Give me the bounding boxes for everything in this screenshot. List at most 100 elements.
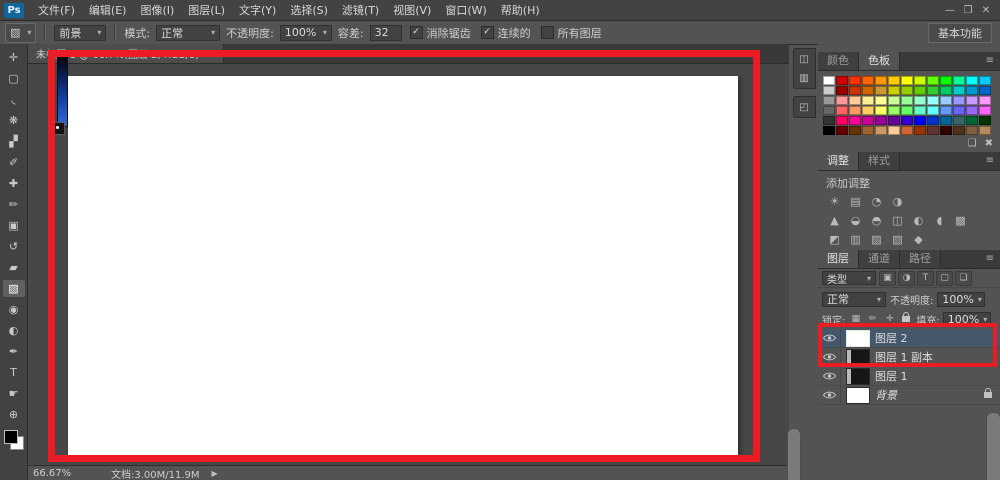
layer-row[interactable]: 图层 1 (818, 367, 1000, 386)
menu-帮助(H)[interactable]: 帮助(H) (494, 1, 547, 20)
menu-编辑(E)[interactable]: 编辑(E) (82, 1, 134, 20)
menu-滤镜(T)[interactable]: 滤镜(T) (335, 1, 386, 20)
color-swatch[interactable] (901, 126, 913, 135)
color-swatch[interactable] (849, 86, 861, 95)
layer-filter-select[interactable]: 类型 ▾ (822, 271, 876, 285)
tab-调整[interactable]: 调整 (818, 152, 859, 170)
collapsed-panel-icon-1[interactable]: ◫ (797, 52, 812, 66)
tolerance-input[interactable]: 32 (370, 25, 402, 41)
color-swatch[interactable] (888, 86, 900, 95)
brush-tool[interactable]: ✏ (3, 196, 25, 213)
levels-icon[interactable]: ▤ (847, 194, 864, 209)
menu-图像(I)[interactable]: 图像(I) (133, 1, 181, 20)
color-swatch[interactable] (953, 126, 965, 135)
color-swatch[interactable] (823, 116, 835, 125)
new-swatch-icon[interactable]: ❏ (968, 138, 977, 149)
menu-窗口(W)[interactable]: 窗口(W) (438, 1, 493, 20)
tab-路径[interactable]: 路径 (900, 250, 941, 268)
color-swatch[interactable] (901, 86, 913, 95)
color-swatch[interactable] (966, 116, 978, 125)
history-brush-tool[interactable]: ↺ (3, 238, 25, 255)
zoom-tool[interactable]: ⊕ (3, 406, 25, 423)
dodge-tool[interactable]: ◐ (3, 322, 25, 339)
color-swatch[interactable] (836, 126, 848, 135)
color-swatch[interactable] (953, 106, 965, 115)
curves-icon[interactable]: ◔ (868, 194, 885, 209)
color-swatch[interactable] (927, 76, 939, 85)
color-swatch[interactable] (979, 106, 991, 115)
color-swatch[interactable] (966, 126, 978, 135)
color-swatch[interactable] (979, 76, 991, 85)
color-swatch[interactable] (823, 126, 835, 135)
crop-tool[interactable]: ▞ (3, 133, 25, 150)
color-swatch[interactable] (823, 96, 835, 105)
color-swatch[interactable] (875, 76, 887, 85)
pen-tool[interactable]: ✒ (3, 343, 25, 360)
pixel-layer-filter-icon[interactable]: ▣ (879, 271, 896, 286)
color-swatch[interactable] (862, 96, 874, 105)
restore-button[interactable]: ❐ (959, 1, 977, 20)
color-swatch[interactable] (953, 86, 965, 95)
color-swatch[interactable] (862, 106, 874, 115)
color-swatch[interactable] (862, 86, 874, 95)
channel-mixer-icon[interactable]: ◖ (931, 213, 948, 228)
visibility-toggle[interactable] (818, 386, 841, 404)
color-swatch[interactable] (849, 106, 861, 115)
color-swatch[interactable] (979, 86, 991, 95)
visibility-toggle[interactable] (818, 367, 841, 385)
posterize-icon[interactable]: ▥ (847, 232, 864, 247)
rectangular-marquee-tool[interactable]: ▢ (3, 70, 25, 87)
hand-tool[interactable]: ☛ (3, 385, 25, 402)
panel-menu-icon[interactable]: ≡ (980, 52, 1000, 70)
checkbox-消除锯齿[interactable]: ✓消除锯齿 (410, 25, 471, 41)
color-swatch[interactable] (888, 116, 900, 125)
foreground-color-swatch[interactable] (4, 430, 18, 444)
color-swatch[interactable] (914, 86, 926, 95)
color-swatch[interactable] (875, 106, 887, 115)
panel-menu-icon[interactable]: ≡ (980, 152, 1000, 170)
color-swatch[interactable] (940, 126, 952, 135)
panel-scrollbar-thumb[interactable] (986, 412, 1000, 480)
mode-select[interactable]: 正常 ▾ (156, 25, 220, 41)
fill-source-select[interactable]: 前景 ▾ (54, 25, 106, 41)
color-swatch[interactable] (914, 106, 926, 115)
color-swatch[interactable] (823, 76, 835, 85)
color-swatch[interactable] (888, 96, 900, 105)
blur-tool[interactable]: ◉ (3, 301, 25, 318)
color-swatch[interactable] (875, 86, 887, 95)
color-swatch[interactable] (823, 86, 835, 95)
status-expand-icon[interactable]: ▶ (212, 469, 218, 478)
color-swatch[interactable] (940, 116, 952, 125)
color-swatch[interactable] (914, 126, 926, 135)
exposure-icon[interactable]: ◑ (889, 194, 906, 209)
workspace-switcher-button[interactable]: 基本功能 (928, 23, 992, 43)
layer-opacity-select[interactable]: 100% ▾ (937, 292, 985, 307)
panel-menu-icon[interactable]: ≡ (980, 250, 1000, 268)
color-swatch[interactable] (940, 106, 952, 115)
shape-layer-filter-icon[interactable]: ▢ (936, 271, 953, 286)
eraser-tool[interactable]: ▰ (3, 259, 25, 276)
color-swatch[interactable] (823, 106, 835, 115)
color-swatch[interactable] (849, 126, 861, 135)
color-swatch[interactable] (966, 96, 978, 105)
spot-healing-brush-tool[interactable]: ✚ (3, 175, 25, 192)
color-swatch[interactable] (888, 106, 900, 115)
color-swatch[interactable] (875, 116, 887, 125)
type-tool[interactable]: T (3, 364, 25, 381)
tool-preset-picker[interactable]: ▧ ▾ (5, 23, 36, 43)
color-swatch[interactable] (862, 116, 874, 125)
quick-selection-tool[interactable]: ❋ (3, 112, 25, 129)
menu-视图(V)[interactable]: 视图(V) (386, 1, 438, 20)
color-swatch[interactable] (927, 106, 939, 115)
threshold-icon[interactable]: ▨ (868, 232, 885, 247)
layer-row[interactable]: 背景 (818, 386, 1000, 405)
color-swatch[interactable] (940, 86, 952, 95)
color-swatch[interactable] (888, 76, 900, 85)
color-swatch[interactable] (862, 76, 874, 85)
color-swatch[interactable] (940, 76, 952, 85)
menu-图层(L)[interactable]: 图层(L) (181, 1, 232, 20)
blend-mode-select[interactable]: 正常 ▾ (822, 292, 886, 307)
color-swatch[interactable] (901, 96, 913, 105)
selective-color-icon[interactable]: ◆ (910, 232, 927, 247)
color-swatch[interactable] (875, 126, 887, 135)
